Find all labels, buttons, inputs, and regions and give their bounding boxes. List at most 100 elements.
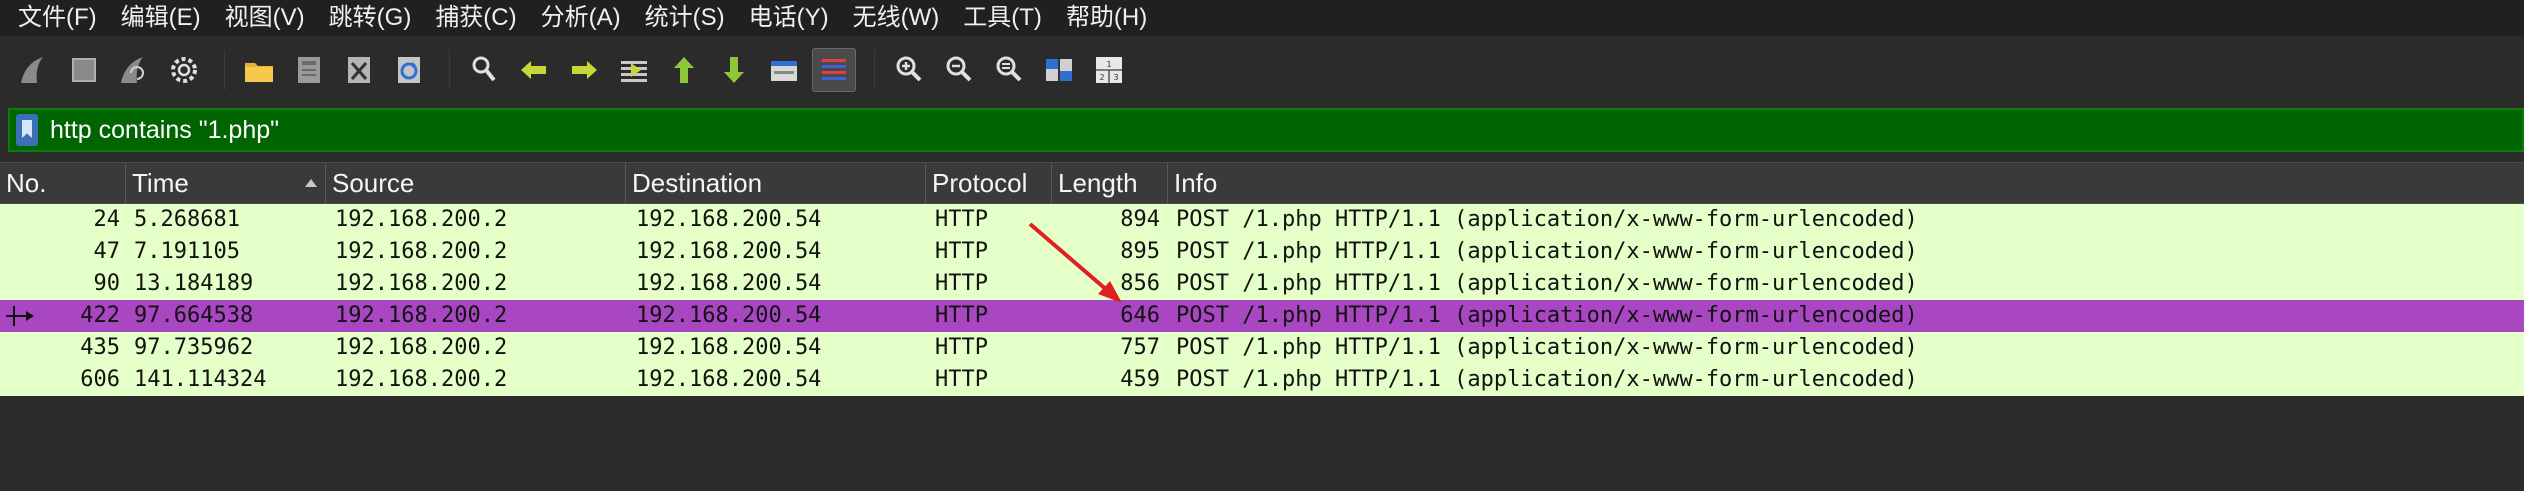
packet-row-selected[interactable]: 422 97.664538 192.168.200.2 192.168.200.… (0, 300, 2524, 332)
packet-no: 422 (80, 303, 120, 328)
menu-capture[interactable]: 捕获(C) (423, 0, 528, 36)
menu-go[interactable]: 跳转(G) (317, 0, 424, 36)
packet-list-empty-area (0, 396, 2524, 491)
packet-source: 192.168.200.2 (335, 303, 508, 328)
packet-length: 856 (1120, 271, 1160, 296)
packet-source: 192.168.200.2 (335, 207, 508, 232)
packet-time: 141.114324 (134, 367, 267, 392)
packet-time: 97.664538 (134, 303, 254, 328)
go-to-packet-icon[interactable] (612, 48, 656, 92)
packet-row[interactable]: 606 141.114324 192.168.200.2 192.168.200… (0, 364, 2524, 396)
stop-square-icon[interactable] (62, 48, 106, 92)
packet-list-header: No. Time Source Destination Protocol Len… (0, 162, 2524, 204)
column-header-no[interactable]: No. (0, 163, 126, 203)
packet-no: 47 (93, 239, 121, 264)
packet-info: POST /1.php HTTP/1.1 (application/x-www-… (1176, 271, 1918, 296)
layout-icon[interactable]: 123 (1087, 48, 1131, 92)
column-header-time[interactable]: Time (126, 163, 326, 203)
toolbar-separator (224, 50, 225, 90)
packet-info: POST /1.php HTTP/1.1 (application/x-www-… (1176, 335, 1918, 360)
menu-wireless[interactable]: 无线(W) (841, 0, 952, 36)
last-packet-down-icon[interactable] (712, 48, 756, 92)
svg-text:1: 1 (1106, 60, 1111, 69)
menu-help[interactable]: 帮助(H) (1054, 0, 1159, 36)
packet-row[interactable]: 90 13.184189 192.168.200.2 192.168.200.5… (0, 268, 2524, 300)
packet-no: 606 (80, 367, 120, 392)
display-filter-bar: http contains "1.php" (0, 104, 2524, 156)
menu-analyze[interactable]: 分析(A) (529, 0, 633, 36)
display-filter-input[interactable]: http contains "1.php" (8, 108, 2524, 152)
menu-tools[interactable]: 工具(T) (951, 0, 1054, 36)
resize-columns-icon[interactable] (1037, 48, 1081, 92)
save-file-icon[interactable] (287, 48, 331, 92)
packet-info: POST /1.php HTTP/1.1 (application/x-www-… (1176, 303, 1918, 328)
packet-source: 192.168.200.2 (335, 335, 508, 360)
zoom-in-icon[interactable] (887, 48, 931, 92)
shark-fin-start-icon[interactable] (12, 48, 56, 92)
svg-text:2: 2 (1099, 73, 1104, 82)
packet-no: 90 (93, 271, 121, 296)
packet-protocol: HTTP (935, 335, 988, 360)
svg-text:3: 3 (1113, 73, 1118, 82)
packet-length: 894 (1120, 207, 1160, 232)
menu-statistics[interactable]: 统计(S) (633, 0, 737, 36)
packet-source: 192.168.200.2 (335, 271, 508, 296)
packet-length: 646 (1120, 303, 1160, 328)
column-header-protocol[interactable]: Protocol (926, 163, 1052, 203)
sort-ascending-icon (305, 179, 317, 187)
capture-options-gear-icon[interactable] (162, 48, 206, 92)
autoscroll-icon[interactable] (762, 48, 806, 92)
packet-destination: 192.168.200.54 (636, 207, 822, 232)
filter-bookmark-icon[interactable] (16, 114, 38, 146)
reload-icon[interactable] (387, 48, 431, 92)
packet-destination: 192.168.200.54 (636, 303, 822, 328)
column-header-source[interactable]: Source (326, 163, 626, 203)
packet-list: 24 5.268681 192.168.200.2 192.168.200.54… (0, 204, 2524, 396)
open-folder-icon[interactable] (237, 48, 281, 92)
packet-time: 97.735962 (134, 335, 254, 360)
normal-size-icon[interactable] (987, 48, 1031, 92)
packet-source: 192.168.200.2 (335, 239, 508, 264)
zoom-out-icon[interactable] (937, 48, 981, 92)
packet-info: POST /1.php HTTP/1.1 (application/x-www-… (1176, 207, 1918, 232)
display-filter-text[interactable]: http contains "1.php" (50, 116, 279, 145)
first-packet-up-icon[interactable] (662, 48, 706, 92)
menu-bar: 文件(F) 编辑(E) 视图(V) 跳转(G) 捕获(C) 分析(A) 统计(S… (0, 0, 2524, 36)
packet-time: 5.268681 (134, 207, 240, 232)
packet-row[interactable]: 47 7.191105 192.168.200.2 192.168.200.54… (0, 236, 2524, 268)
menu-view[interactable]: 视图(V) (213, 0, 317, 36)
packet-time: 7.191105 (134, 239, 240, 264)
column-header-length[interactable]: Length (1052, 163, 1168, 203)
packet-time: 13.184189 (134, 271, 254, 296)
packet-info: POST /1.php HTTP/1.1 (application/x-www-… (1176, 367, 1918, 392)
packet-protocol: HTTP (935, 207, 988, 232)
packet-info: POST /1.php HTTP/1.1 (application/x-www-… (1176, 239, 1918, 264)
go-forward-arrow-icon[interactable] (562, 48, 606, 92)
menu-edit[interactable]: 编辑(E) (109, 0, 213, 36)
column-header-info[interactable]: Info (1168, 163, 2524, 203)
toolbar-separator (874, 50, 875, 90)
menu-telephony[interactable]: 电话(Y) (737, 0, 841, 36)
packet-source: 192.168.200.2 (335, 367, 508, 392)
colorize-lines-icon[interactable] (812, 48, 856, 92)
column-header-time-label: Time (132, 168, 189, 198)
packet-destination: 192.168.200.54 (636, 239, 822, 264)
packet-length: 459 (1120, 367, 1160, 392)
packet-protocol: HTTP (935, 367, 988, 392)
restart-fin-icon[interactable] (112, 48, 156, 92)
packet-protocol: HTTP (935, 239, 988, 264)
column-header-destination[interactable]: Destination (626, 163, 926, 203)
find-magnifier-icon[interactable] (462, 48, 506, 92)
packet-destination: 192.168.200.54 (636, 335, 822, 360)
go-back-arrow-icon[interactable] (512, 48, 556, 92)
packet-protocol: HTTP (935, 271, 988, 296)
packet-row[interactable]: 24 5.268681 192.168.200.2 192.168.200.54… (0, 204, 2524, 236)
packet-no: 435 (80, 335, 120, 360)
main-toolbar: 123 (0, 36, 2524, 104)
packet-row[interactable]: 435 97.735962 192.168.200.2 192.168.200.… (0, 332, 2524, 364)
menu-file[interactable]: 文件(F) (6, 0, 109, 36)
packet-no: 24 (93, 207, 121, 232)
close-file-icon[interactable] (337, 48, 381, 92)
packet-destination: 192.168.200.54 (636, 271, 822, 296)
packet-length: 757 (1120, 335, 1160, 360)
